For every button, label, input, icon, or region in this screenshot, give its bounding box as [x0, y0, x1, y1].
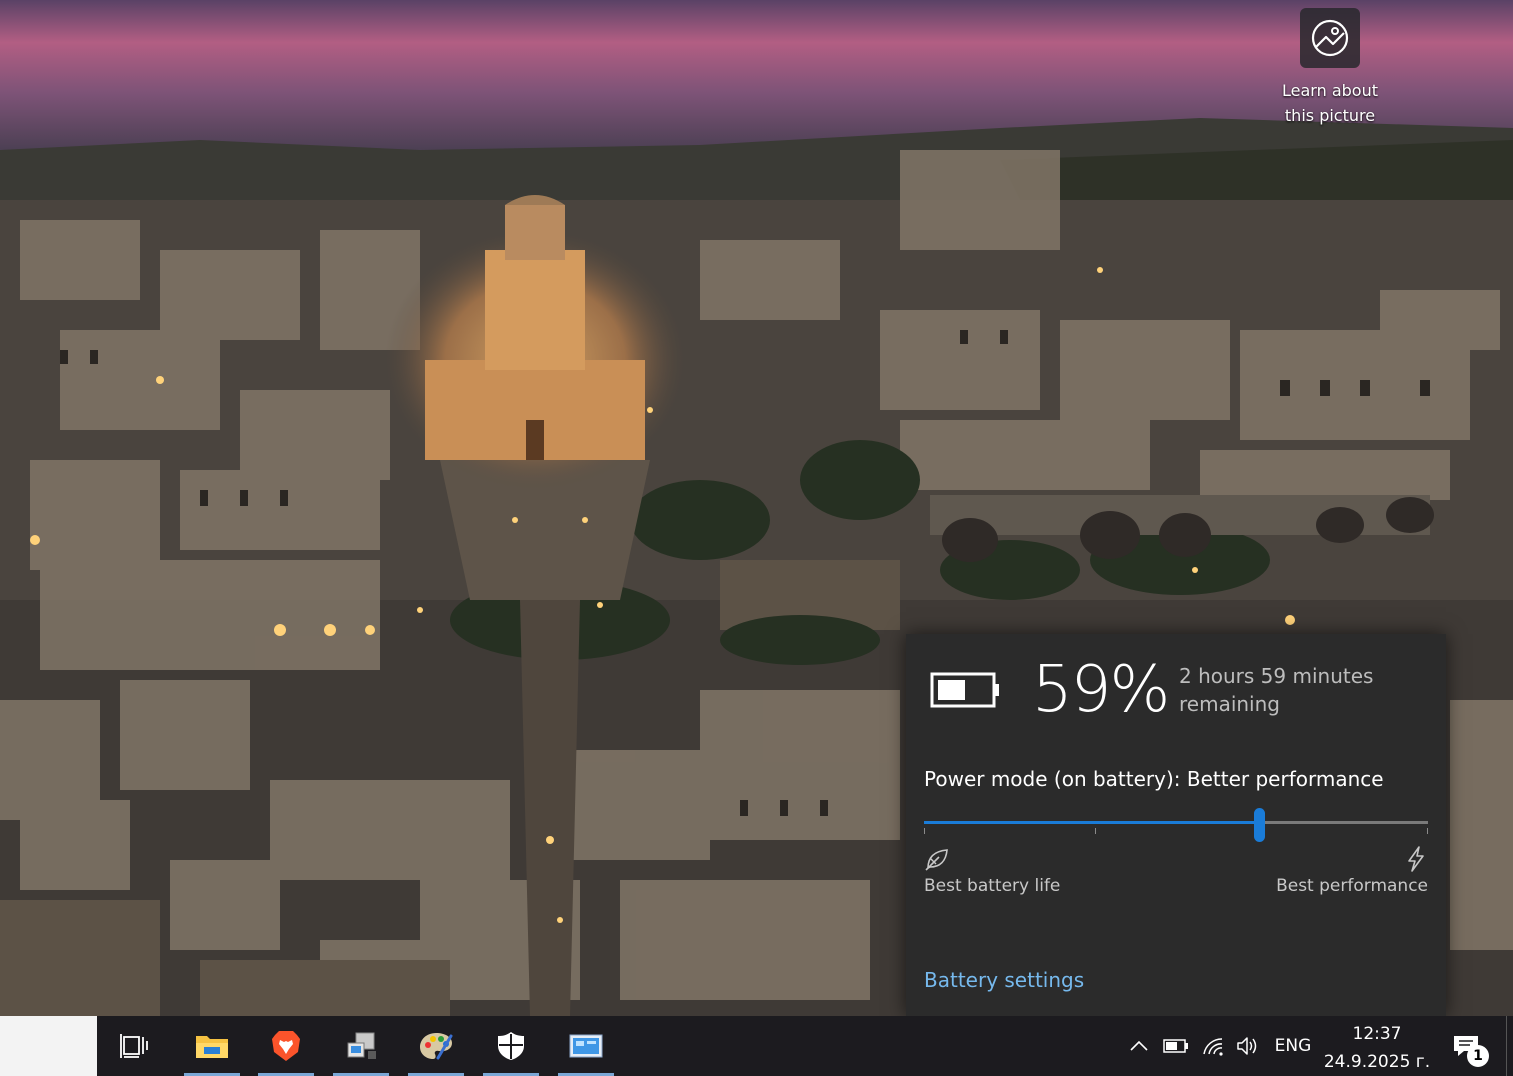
wifi-icon [1203, 1038, 1223, 1056]
notification-count-badge: 1 [1467, 1045, 1489, 1067]
slider-tick [1427, 828, 1428, 834]
speaker-icon [1237, 1037, 1257, 1055]
slider-thumb[interactable] [1254, 808, 1266, 842]
slider-tick [1095, 828, 1097, 834]
show-hidden-icons-button[interactable] [1126, 1016, 1152, 1076]
battery-percentage: 59% [1032, 653, 1170, 727]
paint-button[interactable] [406, 1016, 466, 1076]
battery-icon [1163, 1039, 1188, 1053]
windows-security-button[interactable] [481, 1016, 541, 1076]
network-app-button[interactable] [331, 1016, 391, 1076]
clock-date: 24.9.2025 г. [1323, 1052, 1431, 1072]
control-panel-button[interactable] [556, 1016, 616, 1076]
network-computer-icon [347, 1032, 376, 1059]
battery-saver-leaf-icon [925, 849, 948, 871]
power-mode-label: Power mode (on battery): Better performa… [924, 767, 1384, 791]
power-mode-slider[interactable] [924, 808, 1428, 842]
best-performance-label: Best performance [1276, 876, 1428, 896]
battery-icon [930, 672, 999, 708]
clock-time: 12:37 [1352, 1024, 1402, 1044]
folder-icon [196, 1036, 228, 1058]
lightning-bolt-icon [1408, 846, 1424, 872]
slider-tick [924, 828, 925, 834]
learn-tile[interactable] [1300, 8, 1360, 68]
task-view-icon [120, 1034, 148, 1058]
learn-about-picture-widget[interactable]: Learn about this picture [1270, 8, 1390, 128]
battery-flyout: 59% 2 hours 59 minutes remaining Power m… [906, 634, 1446, 1016]
taskbar: ENG 12:37 24.9.2025 г. [0, 1016, 1513, 1076]
brave-lion-icon [272, 1031, 300, 1061]
battery-settings-link[interactable]: Battery settings [924, 965, 1084, 995]
input-language-button[interactable]: ENG [1270, 1016, 1316, 1076]
file-explorer-button[interactable] [182, 1016, 242, 1076]
tray-volume-button[interactable] [1234, 1016, 1262, 1076]
best-battery-life-label: Best battery life [924, 876, 1061, 896]
taskbar-clock[interactable]: 12:37 24.9.2025 г. [1318, 1020, 1436, 1076]
chevron-up-icon [1130, 1040, 1148, 1051]
brave-browser-button[interactable] [256, 1016, 316, 1076]
camera-globe-icon [1311, 19, 1349, 57]
task-view-button[interactable] [106, 1016, 162, 1076]
slider-fill [924, 821, 1260, 824]
control-panel-icon [569, 1034, 603, 1058]
shield-icon [498, 1032, 524, 1060]
tray-wifi-button[interactable] [1199, 1016, 1227, 1076]
show-desktop-button[interactable] [1506, 1016, 1513, 1076]
search-box[interactable] [0, 1016, 97, 1076]
palette-icon [420, 1033, 453, 1060]
tray-battery-button[interactable] [1162, 1016, 1190, 1076]
learn-label: Learn about this picture [1282, 81, 1378, 125]
time-remaining: 2 hours 59 minutes remaining [1179, 664, 1374, 716]
